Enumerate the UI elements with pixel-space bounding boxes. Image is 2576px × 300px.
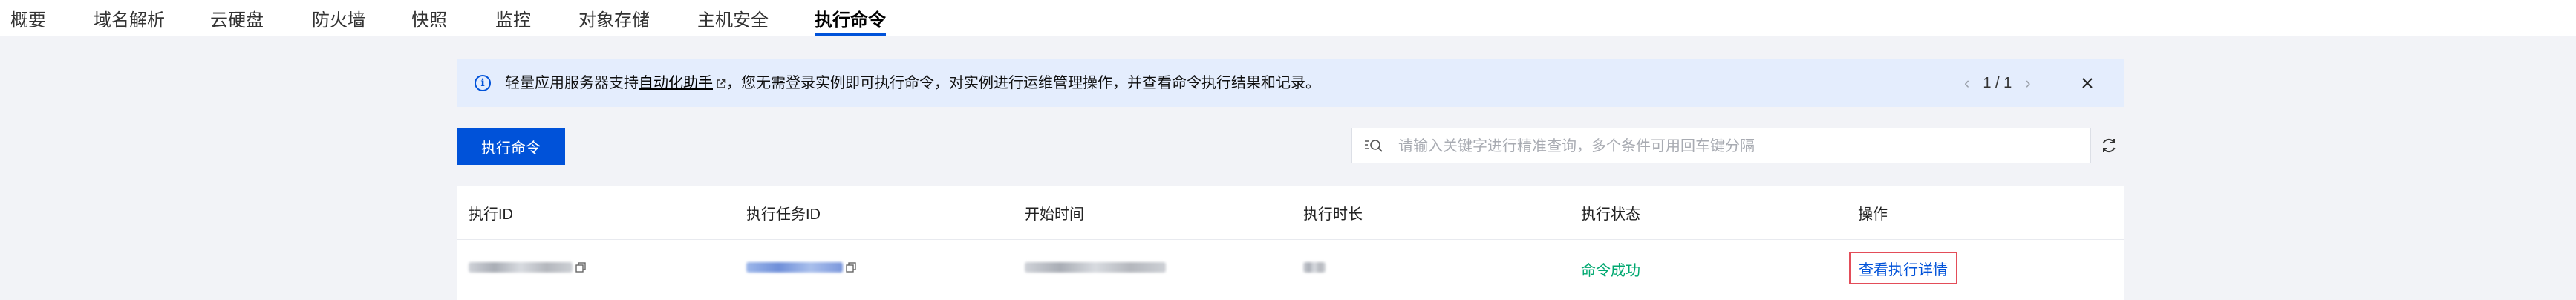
cell-exec-id	[469, 258, 586, 275]
redacted-exec-id	[469, 261, 573, 273]
tab-overview[interactable]: 概要	[10, 0, 46, 36]
pager-indicator: 1 / 1	[1983, 75, 2012, 92]
top-tab-bar: 概要 域名解析 云硬盘 防火墙 快照 监控 对象存储 主机安全 执行命令	[0, 0, 2576, 36]
view-details-link[interactable]: 查看执行详情	[1849, 252, 1957, 284]
refresh-button[interactable]	[2097, 134, 2121, 157]
info-icon: i	[475, 75, 491, 91]
banner-pager: ‹ 1 / 1 ›	[1964, 73, 2031, 94]
cell-start-time	[1025, 258, 1166, 275]
col-start-time: 开始时间	[1025, 206, 1084, 223]
pager-total: 1	[2003, 74, 2012, 91]
run-command-button[interactable]: 执行命令	[457, 128, 565, 165]
close-icon	[2082, 78, 2093, 88]
search-icon	[1365, 140, 1383, 152]
col-duration: 执行时长	[1303, 206, 1363, 223]
main-content: i 轻量应用服务器支持自动化助手 ，您无需登录实例即可执行命令，对实例进行运维管理…	[457, 36, 2124, 300]
refresh-icon	[2102, 138, 2116, 153]
table-header: 执行ID 执行任务ID 开始时间 执行时长 执行状态 操作	[457, 186, 2124, 240]
chevron-left-icon[interactable]: ‹	[1964, 74, 1969, 93]
tab-monitor[interactable]: 监控	[495, 0, 531, 36]
status-badge: 命令成功	[1581, 263, 1640, 279]
pager-sep: /	[1995, 74, 2000, 91]
table-row: 命令成功 查看执行详情	[457, 240, 2124, 300]
banner-text-suffix: ，您无需登录实例即可执行命令，对实例进行运维管理操作，并查看命令执行结果和记录。	[726, 75, 1320, 91]
tab-cloud-disk[interactable]: 云硬盘	[210, 0, 264, 36]
external-link-icon[interactable]	[716, 79, 726, 89]
redacted-task-id[interactable]	[746, 261, 843, 273]
cell-task-id	[746, 258, 856, 275]
banner-text-prefix: 轻量应用服务器支持	[505, 75, 639, 91]
search-box[interactable]	[1351, 128, 2091, 164]
copy-icon[interactable]	[846, 262, 856, 273]
cell-duration	[1303, 258, 1326, 275]
redacted-duration	[1303, 261, 1326, 273]
col-status: 执行状态	[1581, 206, 1640, 223]
command-table: 执行ID 执行任务ID 开始时间 执行时长 执行状态 操作 命令成功 查看执行详…	[457, 186, 2124, 300]
banner-text: 轻量应用服务器支持自动化助手 ，您无需登录实例即可执行命令，对实例进行运维管理操作…	[505, 73, 1320, 94]
automation-assistant-link[interactable]: 自动化助手	[639, 75, 713, 91]
tab-dns[interactable]: 域名解析	[94, 0, 165, 36]
tab-run-command[interactable]: 执行命令	[815, 0, 886, 36]
tab-firewall[interactable]: 防火墙	[312, 0, 365, 36]
pager-current: 1	[1983, 74, 1992, 91]
info-banner: i 轻量应用服务器支持自动化助手 ，您无需登录实例即可执行命令，对实例进行运维管理…	[457, 59, 2124, 107]
col-exec-id: 执行ID	[469, 206, 513, 223]
chevron-right-icon[interactable]: ›	[2025, 74, 2030, 93]
tab-host-security[interactable]: 主机安全	[697, 0, 769, 36]
col-task-id: 执行任务ID	[746, 206, 821, 223]
banner-close-button[interactable]	[2076, 71, 2099, 95]
redacted-start-time	[1025, 261, 1166, 273]
tab-snapshot[interactable]: 快照	[411, 0, 447, 36]
copy-icon[interactable]	[575, 262, 586, 273]
search-input[interactable]	[1397, 128, 2083, 164]
tab-object-storage[interactable]: 对象存储	[578, 0, 650, 36]
col-action: 操作	[1858, 206, 1888, 223]
